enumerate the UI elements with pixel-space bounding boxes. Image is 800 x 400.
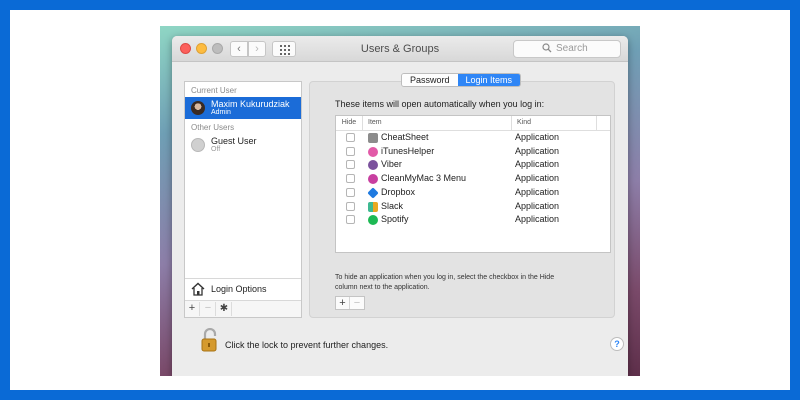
help-line-2: column next to the application. — [335, 284, 430, 291]
hide-checkbox[interactable] — [346, 215, 355, 225]
item-kind: Application — [515, 173, 560, 184]
hide-checkbox[interactable] — [346, 133, 355, 142]
hide-checkbox[interactable] — [346, 146, 355, 156]
table-row[interactable]: CleanMyMac 3 Menu Application — [336, 172, 610, 186]
column-header-hide[interactable]: Hide — [336, 116, 363, 130]
item-name: Slack — [381, 200, 404, 211]
table-row[interactable]: Dropbox Application — [336, 186, 610, 200]
current-user-heading: Current User — [191, 86, 237, 95]
search-icon — [542, 43, 552, 53]
user-row-admin[interactable]: Maxim Kukurudziak Admin — [185, 97, 301, 119]
user-row-guest[interactable]: Guest User Off — [185, 134, 301, 156]
tab-login-items[interactable]: Login Items — [457, 74, 521, 86]
table-row[interactable]: Spotify Application — [336, 213, 610, 227]
cheatsheet-icon — [368, 133, 378, 143]
other-users-heading: Other Users — [191, 123, 235, 132]
users-groups-window: ‹ › Users & Groups Search Current User M… — [172, 36, 628, 376]
avatar — [191, 138, 205, 152]
tab-password[interactable]: Password — [402, 74, 458, 86]
table-row[interactable]: Slack Application — [336, 200, 610, 214]
avatar — [191, 101, 205, 115]
item-kind: Application — [515, 214, 560, 225]
login-options-item[interactable]: Login Options — [185, 278, 301, 300]
titlebar: ‹ › Users & Groups Search — [172, 36, 628, 62]
itunes-icon — [368, 146, 378, 157]
item-name: Dropbox — [381, 186, 416, 197]
add-user-button[interactable]: + — [185, 302, 200, 316]
item-kind: Application — [515, 186, 560, 197]
user-role: Admin — [211, 109, 231, 116]
table-row[interactable]: Viber Application — [336, 158, 610, 172]
remove-user-button[interactable]: − — [201, 302, 216, 316]
gear-icon[interactable]: ✱ — [217, 302, 232, 316]
login-options-label: Login Options — [211, 284, 267, 294]
item-name: Viber — [381, 159, 402, 170]
login-items-toolbar: + − — [335, 296, 365, 310]
user-name: Guest User — [211, 136, 257, 146]
login-items-intro: These items will open automatically when… — [335, 99, 545, 109]
item-name: CheatSheet — [381, 132, 429, 142]
users-list: Current User Maxim Kukurudziak Admin Oth… — [184, 81, 302, 318]
column-header-kind[interactable]: Kind — [513, 116, 597, 130]
item-name: Spotify — [381, 214, 409, 225]
user-status: Off — [211, 146, 221, 153]
hide-checkbox[interactable] — [346, 160, 355, 170]
item-name: iTunesHelper — [381, 145, 435, 156]
search-placeholder: Search — [556, 43, 588, 54]
hide-checkbox[interactable] — [346, 174, 355, 184]
table-row[interactable]: CheatSheet Application — [336, 131, 610, 145]
hide-checkbox[interactable] — [346, 187, 355, 197]
slack-icon — [368, 201, 378, 212]
add-login-item-button[interactable]: + — [336, 297, 350, 309]
login-items-table: Hide Item Kind CheatSheet Application iT… — [335, 115, 611, 253]
item-kind: Application — [515, 200, 560, 211]
house-icon — [191, 282, 205, 296]
dropbox-icon — [367, 187, 379, 199]
viber-icon — [368, 160, 378, 171]
lock-message: Click the lock to prevent further change… — [225, 340, 389, 350]
help-button[interactable]: ? — [610, 337, 624, 351]
column-header-item[interactable]: Item — [364, 116, 512, 130]
lock-icon[interactable] — [200, 328, 220, 352]
item-kind: Application — [515, 132, 560, 142]
cleanmymac-icon — [368, 174, 378, 185]
hide-help-text: To hide an application when you log in, … — [335, 273, 615, 293]
table-row[interactable]: iTunesHelper Application — [336, 145, 610, 159]
search-input[interactable]: Search — [513, 40, 621, 58]
remove-login-item-button[interactable]: − — [350, 297, 364, 309]
spotify-icon — [368, 215, 378, 226]
user-name: Maxim Kukurudziak — [211, 99, 290, 109]
item-name: CleanMyMac 3 Menu — [381, 173, 467, 184]
hide-checkbox[interactable] — [346, 201, 355, 211]
item-kind: Application — [515, 159, 560, 170]
item-kind: Application — [515, 145, 560, 156]
tab-bar: Password Login Items — [401, 73, 522, 87]
desktop-background: ‹ › Users & Groups Search Current User M… — [160, 26, 640, 376]
users-toolbar: + − ✱ — [185, 300, 301, 317]
help-line-1: To hide an application when you log in, … — [335, 274, 555, 281]
